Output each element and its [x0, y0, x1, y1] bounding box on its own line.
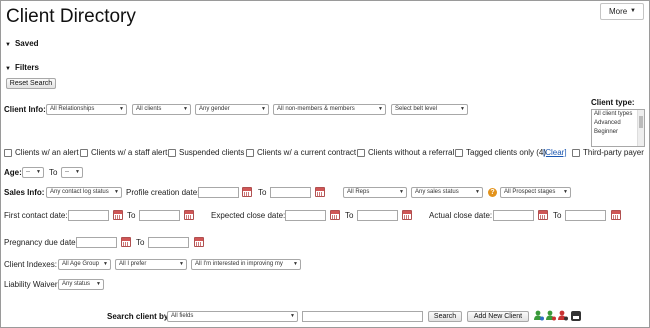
third-party-checkbox[interactable]: [572, 149, 580, 157]
search-button[interactable]: Search: [428, 311, 462, 322]
no-referral-checkbox[interactable]: [357, 149, 365, 157]
age-to-label: To: [49, 168, 58, 177]
print-icon[interactable]: [571, 311, 581, 321]
liability-waiver-label: Liability Waiver:: [4, 280, 60, 289]
suspended-checkbox[interactable]: [168, 149, 176, 157]
client-indexes-label: Client Indexes:: [4, 260, 57, 269]
filters-label: Filters: [14, 63, 39, 72]
sales-status-select[interactable]: Any sales status ▼: [411, 187, 483, 198]
pregnancy-from-input[interactable]: [76, 237, 117, 248]
age-label: Age:: [4, 168, 22, 177]
client-info-label: Client Info:: [4, 105, 46, 114]
filters-toggle[interactable]: ▼ Filters: [5, 63, 39, 72]
more-button[interactable]: More ▼: [600, 3, 644, 20]
alert-checkbox-label: Clients w/ an alert: [15, 148, 79, 157]
calendar-icon[interactable]: [402, 210, 412, 220]
calendar-icon[interactable]: [330, 210, 340, 220]
actual-close-to-label: To: [553, 211, 562, 220]
client-type-label: Client type:: [591, 98, 635, 107]
pregnancy-due-label: Pregnancy due date:: [4, 238, 78, 247]
clients-select[interactable]: All clients ▼: [132, 104, 191, 115]
waiver-status-select[interactable]: Any status ▼: [58, 279, 104, 290]
reset-search-button[interactable]: Reset Search: [6, 78, 56, 89]
search-input[interactable]: [302, 311, 423, 322]
profile-from-input[interactable]: [198, 187, 239, 198]
current-contract-checkbox-label: Clients w/ a current contract: [257, 148, 357, 157]
calendar-icon[interactable]: [184, 210, 194, 220]
merge-clients-person-icon[interactable]: [545, 310, 556, 321]
profile-to-label: To: [258, 188, 267, 197]
calendar-icon[interactable]: [194, 237, 204, 247]
expected-close-label: Expected close date:: [211, 211, 286, 220]
actual-close-label: Actual close date:: [429, 211, 493, 220]
remove-client-person-icon[interactable]: [557, 310, 568, 321]
add-client-person-icon[interactable]: [533, 310, 544, 321]
more-label: More: [609, 7, 628, 16]
clear-tags-link[interactable]: [Clear]: [543, 147, 567, 158]
profile-creation-label: Profile creation date:: [126, 188, 200, 197]
expected-close-to-input[interactable]: [357, 210, 398, 221]
client-type-listbox[interactable]: All client types Advanced Beginner: [591, 109, 645, 147]
contact-log-select[interactable]: Any contact log status ▼: [46, 187, 122, 198]
improving-select[interactable]: All I'm interested in improving my ▼: [191, 259, 301, 270]
actual-close-to-input[interactable]: [565, 210, 606, 221]
calendar-icon[interactable]: [538, 210, 548, 220]
first-contact-to-label: To: [127, 211, 136, 220]
triangle-down-icon: ▼: [5, 66, 11, 72]
age-to-select[interactable]: -- ▼: [61, 167, 83, 178]
help-icon[interactable]: ?: [488, 188, 497, 197]
expected-close-to-label: To: [345, 211, 354, 220]
first-contact-to-input[interactable]: [139, 210, 180, 221]
third-party-checkbox-label: Third-party payer: [583, 148, 644, 157]
first-contact-label: First contact date:: [4, 211, 68, 220]
prefer-select[interactable]: All I prefer ▼: [115, 259, 187, 270]
age-from-select[interactable]: -- ▼: [22, 167, 44, 178]
membership-select[interactable]: All non-members & members ▼: [273, 104, 386, 115]
first-contact-from-input[interactable]: [68, 210, 109, 221]
calendar-icon[interactable]: [242, 187, 252, 197]
age-group-select[interactable]: All Age Group ▼: [58, 259, 111, 270]
profile-to-input[interactable]: [270, 187, 311, 198]
triangle-down-icon: ▼: [5, 42, 11, 48]
listbox-scrollbar[interactable]: [637, 110, 644, 146]
search-field-select[interactable]: All fields ▼: [167, 311, 298, 322]
saved-toggle[interactable]: ▼ Saved: [5, 39, 39, 48]
add-new-client-button[interactable]: Add New Client: [467, 311, 529, 322]
calendar-icon[interactable]: [611, 210, 621, 220]
no-referral-checkbox-label: Clients without a referral: [368, 148, 455, 157]
tagged-checkbox-label: Tagged clients only (4): [466, 148, 547, 157]
current-contract-checkbox[interactable]: [246, 149, 254, 157]
suspended-checkbox-label: Suspended clients: [179, 148, 245, 157]
calendar-icon[interactable]: [113, 210, 123, 220]
alert-checkbox[interactable]: [4, 149, 12, 157]
belt-level-select[interactable]: Select belt level ▼: [391, 104, 468, 115]
calendar-icon[interactable]: [315, 187, 325, 197]
staff-alert-checkbox-label: Clients w/ a staff alert: [91, 148, 168, 157]
search-by-label: Search client by: [107, 312, 169, 321]
actual-close-from-input[interactable]: [493, 210, 534, 221]
sales-info-label: Sales Info:: [4, 188, 45, 197]
page-title: Client Directory: [6, 6, 136, 27]
staff-alert-checkbox[interactable]: [80, 149, 88, 157]
pregnancy-to-label: To: [136, 238, 145, 247]
prospect-stages-select[interactable]: All Prospect stages ▼: [500, 187, 571, 198]
chevron-down-icon: ▼: [630, 8, 636, 14]
calendar-icon[interactable]: [121, 237, 131, 247]
pregnancy-to-input[interactable]: [148, 237, 189, 248]
tagged-checkbox[interactable]: [455, 149, 463, 157]
saved-label: Saved: [14, 39, 39, 48]
relationships-select[interactable]: All Relationships ▼: [46, 104, 127, 115]
gender-select[interactable]: Any gender ▼: [195, 104, 269, 115]
expected-close-from-input[interactable]: [285, 210, 326, 221]
reps-select[interactable]: All Reps ▼: [343, 187, 407, 198]
